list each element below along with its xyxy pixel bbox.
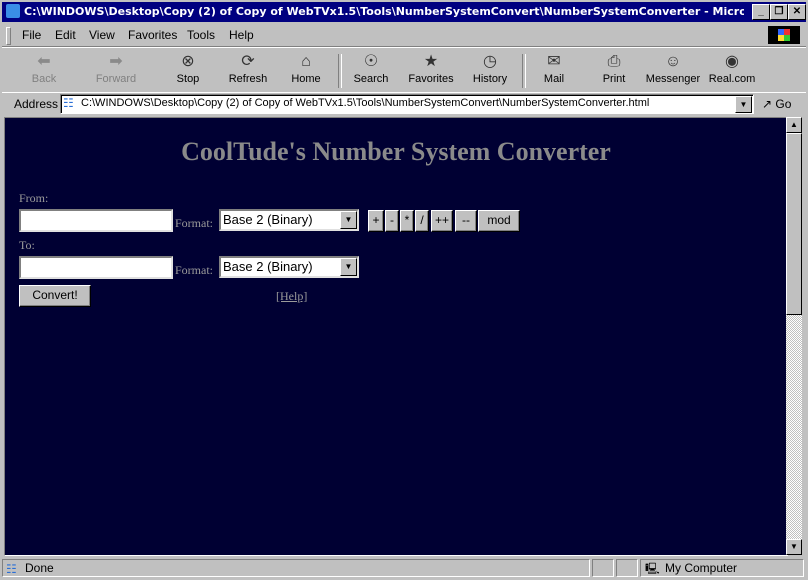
convert-button[interactable]: Convert!: [19, 285, 91, 307]
mail-icon: ✉: [547, 53, 561, 70]
browser-window: C:\WINDOWS\Desktop\Copy (2) of Copy of W…: [0, 0, 808, 580]
increment-button[interactable]: ++: [431, 210, 453, 232]
status-panel: [592, 559, 614, 577]
to-format-label: Format:: [175, 263, 213, 277]
stop-label: Stop: [176, 73, 200, 85]
menu-bar: File Edit View Favorites Tools Help: [2, 24, 806, 47]
to-format-value: Base 2 (Binary): [223, 259, 313, 274]
search-icon: ☉: [363, 53, 379, 70]
vertical-scrollbar[interactable]: ▲ ▼: [786, 117, 802, 555]
refresh-icon: ⟳: [241, 53, 255, 70]
zone-label: My Computer: [665, 561, 738, 575]
printer-icon: ⎙: [607, 53, 621, 70]
page-icon: ☷: [63, 96, 74, 110]
history-button[interactable]: ◷ History: [462, 51, 518, 91]
messenger-icon: ☺: [664, 53, 682, 70]
page-title: CoolTude's Number System Converter: [181, 137, 611, 166]
standard-toolbar: ⬅ Back ➡ Forward ⊗ Stop ⟳ Refresh ⌂ Home…: [2, 47, 806, 93]
from-format-select[interactable]: Base 2 (Binary) ▼: [219, 209, 359, 231]
search-button[interactable]: ☉ Search: [343, 51, 399, 91]
decrement-button[interactable]: --: [455, 210, 477, 232]
back-label: Back: [31, 73, 57, 85]
status-panel: [616, 559, 638, 577]
forward-arrow-icon: ➡: [109, 53, 123, 70]
menu-edit[interactable]: Edit: [55, 28, 76, 42]
ie-app-icon[interactable]: [6, 4, 20, 18]
close-button[interactable]: ✕: [788, 4, 806, 20]
print-label: Print: [602, 73, 626, 85]
forward-button[interactable]: ➡ Forward: [88, 51, 144, 91]
maximize-button[interactable]: ❐: [770, 4, 788, 20]
stop-icon: ⊗: [181, 53, 195, 70]
go-label: Go: [775, 97, 792, 111]
messenger-label: Messenger: [645, 73, 701, 85]
minimize-button[interactable]: _: [752, 4, 770, 20]
print-button[interactable]: ⎙ Print: [586, 51, 642, 91]
menu-view[interactable]: View: [89, 28, 115, 42]
address-input[interactable]: ☷ C:\WINDOWS\Desktop\Copy (2) of Copy of…: [60, 94, 754, 114]
mail-button[interactable]: ✉ Mail: [526, 51, 582, 91]
address-label: Address: [14, 97, 59, 111]
back-arrow-icon: ⬅: [37, 53, 51, 70]
windows-logo-icon: [768, 26, 800, 44]
computer-icon: 🖳: [645, 563, 660, 575]
multiply-button[interactable]: *: [400, 210, 414, 232]
to-format-select[interactable]: Base 2 (Binary) ▼: [219, 256, 359, 278]
chevron-down-icon[interactable]: ▼: [340, 211, 357, 229]
favorites-button[interactable]: ★ Favorites: [403, 51, 459, 91]
toolbar-separator: [338, 54, 342, 88]
favorites-label: Favorites: [408, 73, 454, 85]
address-bar: Address ☷ C:\WINDOWS\Desktop\Copy (2) of…: [2, 92, 806, 115]
mod-button[interactable]: mod: [478, 210, 520, 232]
realcom-label: Real.com: [708, 73, 756, 85]
stop-button[interactable]: ⊗ Stop: [160, 51, 216, 91]
page-viewport: CoolTude's Number System Converter From:…: [4, 117, 788, 556]
favorites-folder-icon: ★: [423, 53, 439, 70]
home-label: Home: [291, 73, 321, 85]
to-label: To:: [19, 238, 35, 252]
go-arrow-icon: ↗: [762, 97, 773, 111]
scroll-up-button[interactable]: ▲: [786, 117, 802, 133]
address-dropdown-button[interactable]: ▼: [735, 96, 752, 113]
menu-file[interactable]: File: [22, 28, 41, 42]
ie-page-icon: ☷: [6, 562, 17, 576]
from-format-value: Base 2 (Binary): [223, 212, 313, 227]
from-input[interactable]: [19, 209, 173, 232]
divide-button[interactable]: /: [415, 210, 429, 232]
refresh-button[interactable]: ⟳ Refresh: [220, 51, 276, 91]
menu-help[interactable]: Help: [229, 28, 254, 42]
from-format-label: Format:: [175, 216, 213, 230]
history-label: History: [472, 73, 508, 85]
status-text-panel: ☷ Done: [2, 559, 590, 577]
status-text: Done: [25, 561, 54, 575]
subtract-button[interactable]: -: [385, 210, 399, 232]
window-title: C:\WINDOWS\Desktop\Copy (2) of Copy of W…: [24, 5, 744, 18]
home-button[interactable]: ⌂ Home: [278, 51, 334, 91]
scroll-thumb[interactable]: [786, 133, 802, 315]
security-zone-panel: 🖳 My Computer: [640, 559, 804, 577]
home-icon: ⌂: [301, 53, 311, 70]
add-button[interactable]: +: [368, 210, 384, 232]
from-label: From:: [19, 191, 49, 205]
refresh-label: Refresh: [228, 73, 268, 85]
menu-favorites[interactable]: Favorites: [128, 28, 177, 42]
menubar-grip[interactable]: [6, 27, 11, 45]
search-label: Search: [353, 73, 389, 85]
realcom-button[interactable]: ◉ Real.com: [704, 51, 760, 91]
chevron-down-icon[interactable]: ▼: [340, 258, 357, 276]
history-icon: ◷: [483, 53, 497, 70]
realcom-icon: ◉: [725, 53, 739, 70]
forward-label: Forward: [95, 73, 137, 85]
go-button[interactable]: ↗ Go: [762, 97, 791, 111]
mail-label: Mail: [543, 73, 565, 85]
help-link[interactable]: [Help]: [276, 289, 307, 304]
back-button[interactable]: ⬅ Back: [16, 51, 72, 91]
status-bar: ☷ Done 🖳 My Computer: [2, 557, 806, 578]
menu-tools[interactable]: Tools: [187, 28, 215, 42]
title-bar: C:\WINDOWS\Desktop\Copy (2) of Copy of W…: [2, 2, 806, 22]
scroll-down-button[interactable]: ▼: [786, 539, 802, 555]
messenger-button[interactable]: ☺ Messenger: [642, 51, 704, 91]
address-value: C:\WINDOWS\Desktop\Copy (2) of Copy of W…: [81, 97, 650, 109]
to-input[interactable]: [19, 256, 173, 279]
